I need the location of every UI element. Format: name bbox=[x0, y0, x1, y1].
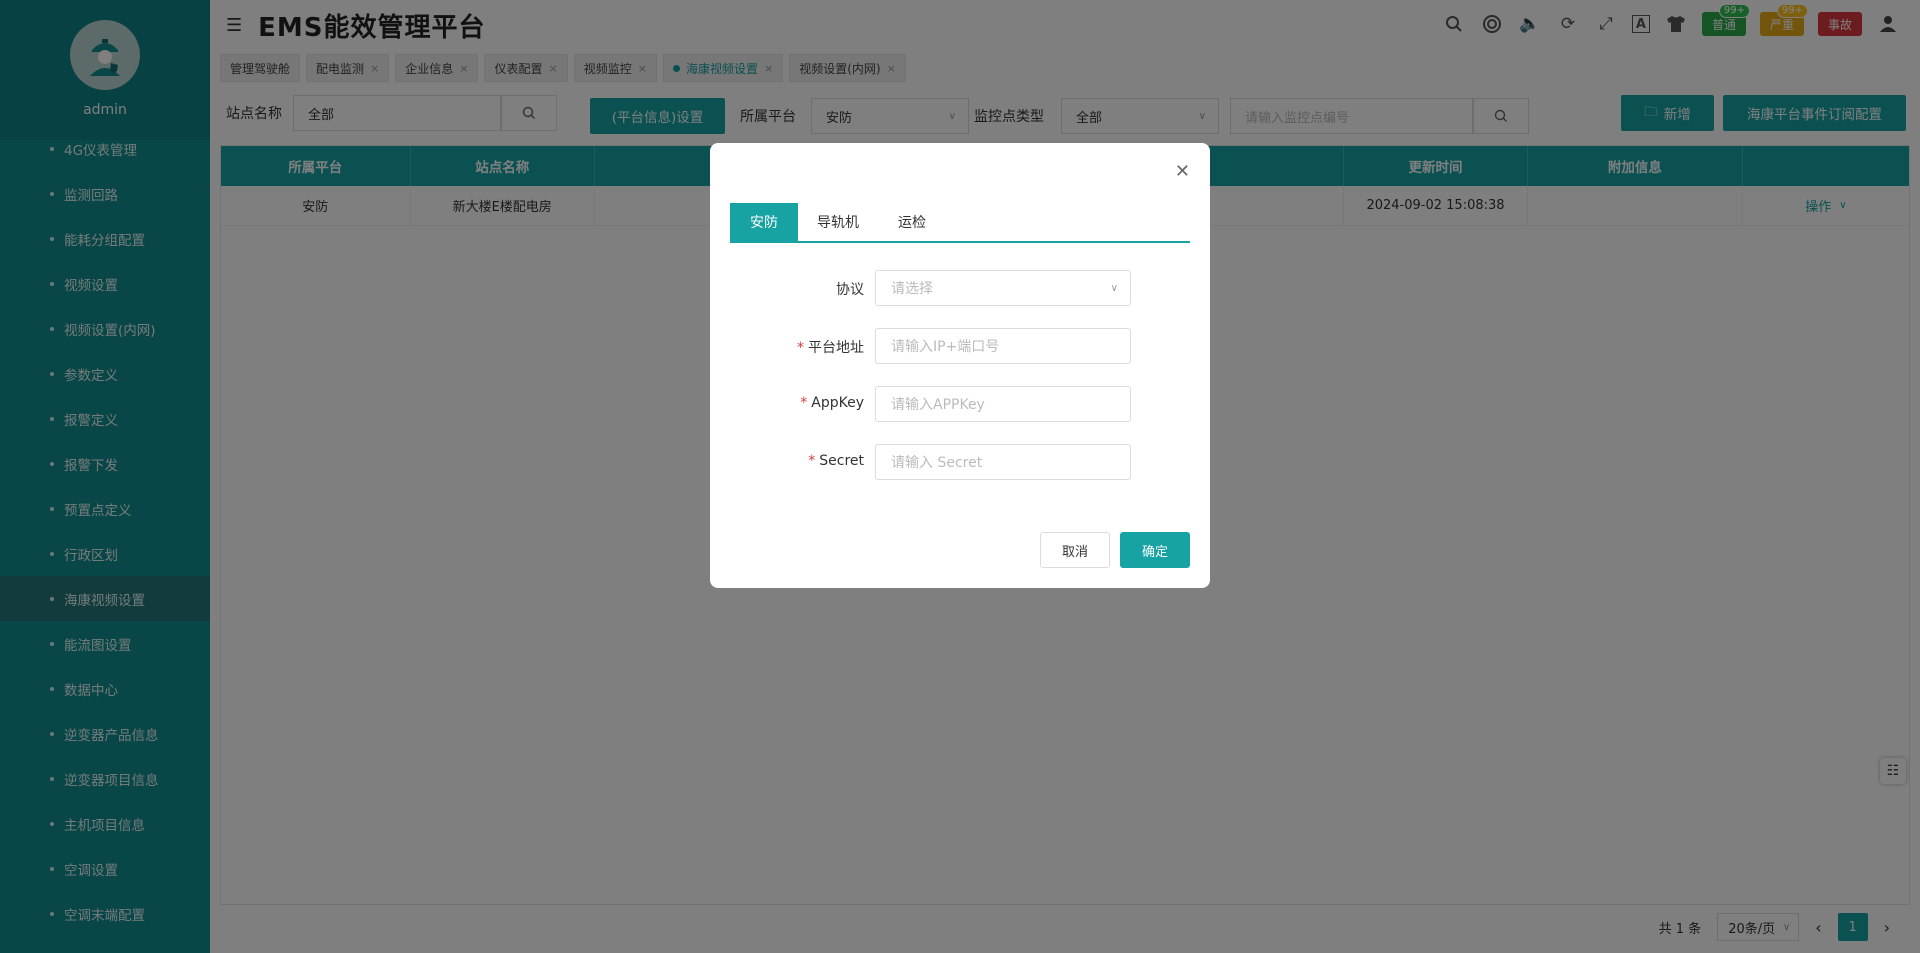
protocol-label: 协议 bbox=[836, 282, 864, 298]
platform-config-dialog: ✕ 安防 导轨机 运检 协议 请选择 ∨ * 平台地址 请输入IP+端口号 * Ap… bbox=[710, 143, 1210, 588]
cancel-button[interactable]: 取消 bbox=[1040, 532, 1110, 568]
protocol-placeholder: 请选择 bbox=[891, 281, 933, 297]
appkey-input[interactable]: 请输入APPKey bbox=[875, 386, 1131, 422]
close-icon[interactable]: ✕ bbox=[1175, 161, 1190, 182]
address-label: * 平台地址 bbox=[797, 340, 864, 356]
secret-row: * Secret 请输入 Secret bbox=[730, 444, 1190, 480]
tab-rail[interactable]: 导轨机 bbox=[804, 203, 872, 241]
appkey-row: * AppKey 请输入APPKey bbox=[730, 386, 1190, 422]
protocol-select[interactable]: 请选择 ∨ bbox=[875, 270, 1131, 306]
tab-inspection[interactable]: 运检 bbox=[878, 203, 946, 241]
confirm-button[interactable]: 确定 bbox=[1120, 532, 1190, 568]
dialog-tabs: 安防 导轨机 运检 bbox=[730, 203, 1190, 243]
tab-security[interactable]: 安防 bbox=[730, 203, 798, 241]
address-row: * 平台地址 请输入IP+端口号 bbox=[730, 328, 1190, 364]
secret-label: * Secret bbox=[808, 453, 864, 469]
address-input[interactable]: 请输入IP+端口号 bbox=[875, 328, 1131, 364]
protocol-row: 协议 请选择 ∨ bbox=[730, 270, 1190, 306]
appkey-label: * AppKey bbox=[800, 395, 864, 411]
secret-input[interactable]: 请输入 Secret bbox=[875, 444, 1131, 480]
chevron-down-icon: ∨ bbox=[1110, 282, 1118, 294]
